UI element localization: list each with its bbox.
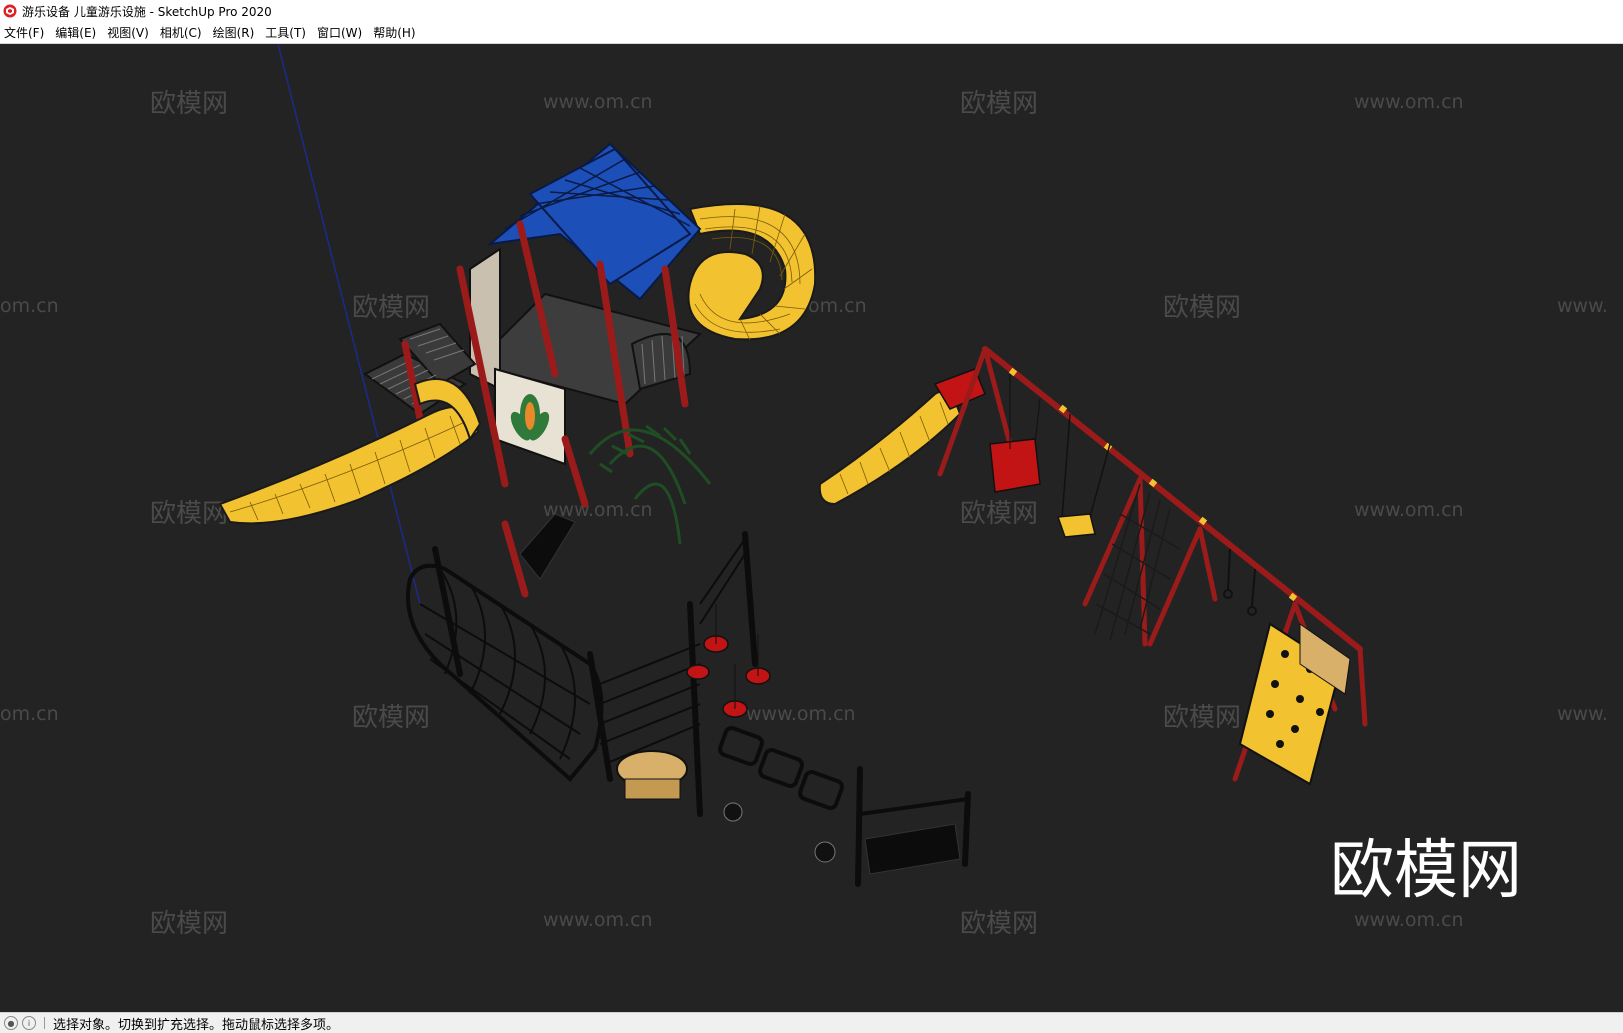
menu-file[interactable]: 文件(F) [0,24,51,41]
watermark-url: om.cn [808,295,867,317]
watermark-logo: 欧模网 [960,89,1038,119]
watermark-logo: 欧模网 [150,499,228,529]
watermark-url: www.om.cn [1354,91,1464,113]
title-bar: 游乐设备 儿童游乐设施 - SketchUp Pro 2020 [0,0,1623,22]
watermark-url: www.om.cn [543,91,653,113]
watermark-logo: 欧模网 [1163,293,1241,323]
menu-bar: 文件(F) 编辑(E) 视图(V) 相机(C) 绘图(R) 工具(T) 窗口(W… [0,22,1623,44]
watermark-url-partial: om.cn [0,295,59,317]
menu-edit[interactable]: 编辑(E) [51,24,103,41]
net-tunnel-model[interactable] [406,531,971,887]
watermark-logo: 欧模网 [352,703,430,733]
model-viewport[interactable]: 欧模网 欧模网 欧模网 欧模网 欧模网 欧模网 欧模网 欧模网 欧模网 欧模网 … [0,44,1623,1012]
menu-view[interactable]: 视图(V) [103,24,156,41]
watermark-url: www.om.cn [746,703,856,725]
status-bar: ● i 选择对象。切换到扩充选择。拖动鼠标选择多项。 [0,1012,1623,1033]
model-canvas[interactable]: 欧模网 欧模网 欧模网 欧模网 欧模网 欧模网 欧模网 欧模网 欧模网 欧模网 … [0,44,1623,1012]
watermark-logo: 欧模网 [352,293,430,323]
window-title: 游乐设备 儿童游乐设施 - SketchUp Pro 2020 [22,4,272,19]
watermark-url: www.om.cn [1354,499,1464,521]
menu-help[interactable]: 帮助(H) [369,24,422,41]
watermark-url: www.om.cn [1354,909,1464,931]
watermark-logo: 欧模网 [150,89,228,119]
watermark-logo: 欧模网 [1163,703,1241,733]
menu-window[interactable]: 窗口(W) [313,24,369,41]
menu-draw[interactable]: 绘图(R) [209,24,262,41]
menu-tools[interactable]: 工具(T) [261,24,313,41]
watermark-url-partial: om.cn [0,703,59,725]
status-divider [44,1017,45,1029]
sketchup-logo-icon [3,4,17,18]
play-tower-model[interactable] [218,142,817,598]
watermark-logo-large: 欧模网 [1330,834,1522,908]
swing-set-model[interactable] [818,346,1368,786]
geo-location-icon[interactable]: ● [4,1016,18,1030]
watermark-logo: 欧模网 [960,499,1038,529]
status-message: 选择对象。切换到扩充选择。拖动鼠标选择多项。 [53,1017,340,1033]
watermark-url-partial: www. [1557,703,1608,725]
watermark-logo: 欧模网 [150,909,228,939]
menu-camera[interactable]: 相机(C) [156,24,209,41]
blue-axis-line [277,44,421,605]
watermark-url-partial: www. [1557,295,1608,317]
watermark-logo: 欧模网 [960,909,1038,939]
info-icon[interactable]: i [22,1016,36,1030]
watermark-url: www.om.cn [543,909,653,931]
